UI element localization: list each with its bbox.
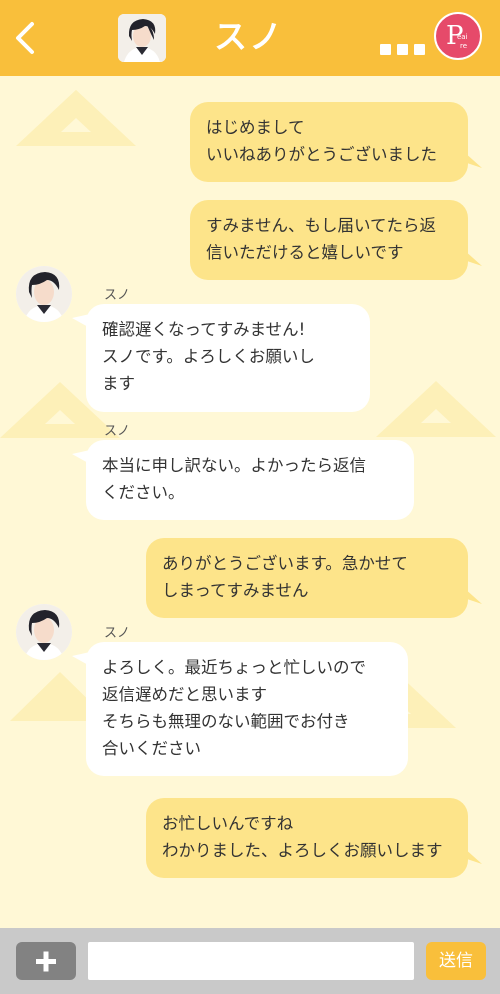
plus-icon bbox=[36, 951, 56, 972]
avatar-portrait-icon bbox=[118, 14, 166, 62]
header-avatar[interactable] bbox=[118, 14, 166, 62]
send-button[interactable]: 送信 bbox=[426, 942, 486, 980]
message-bubble: はじめまして いいねありがとうございました bbox=[190, 102, 468, 182]
message-bubble: よろしく。最近ちょっと忙しいので 返信遅めだと思います そちらも無理のない範囲で… bbox=[86, 642, 408, 776]
message-input[interactable] bbox=[88, 942, 414, 980]
bubble-tail-icon bbox=[464, 250, 482, 266]
sender-name: スノ bbox=[104, 424, 131, 439]
bubble-tail-icon bbox=[464, 152, 482, 168]
app-header: スノ P eai re bbox=[0, 0, 500, 76]
message-bubble: すみません、もし届いてたら返 信いただけると嬉しいです bbox=[190, 200, 468, 280]
avatar[interactable] bbox=[16, 604, 72, 660]
sender-name: スノ bbox=[104, 288, 131, 303]
avatar-portrait-icon bbox=[16, 604, 72, 660]
bubble-tail-icon bbox=[464, 848, 482, 864]
message-bubble: 確認遅くなってすみません! スノです。よろしくお願いし ます bbox=[86, 304, 370, 412]
message-bubble: 本当に申し訳ない。よかったら返信 ください。 bbox=[86, 440, 414, 520]
back-button[interactable] bbox=[8, 16, 42, 60]
menu-dot-icon bbox=[397, 44, 408, 55]
bubble-tail-icon bbox=[72, 652, 90, 666]
more-menu-button[interactable] bbox=[380, 36, 426, 58]
svg-text:re: re bbox=[460, 42, 467, 50]
avatar[interactable] bbox=[16, 266, 72, 322]
page-title: スノ bbox=[214, 17, 284, 56]
bubble-tail-icon bbox=[72, 450, 90, 464]
add-attachment-button[interactable] bbox=[16, 942, 76, 980]
bubble-tail-icon bbox=[464, 588, 482, 604]
sender-name: スノ bbox=[104, 626, 131, 641]
brand-logo: P eai re bbox=[434, 12, 482, 60]
message-bubble: お忙しいんですね わかりました、よろしくお願いします bbox=[146, 798, 468, 878]
pearre-logo-icon: P eai re bbox=[446, 21, 468, 51]
menu-dot-icon bbox=[414, 44, 425, 55]
chevron-left-icon bbox=[16, 22, 34, 54]
avatar-portrait-icon bbox=[16, 266, 72, 322]
menu-dot-icon bbox=[380, 44, 391, 55]
bubble-tail-icon bbox=[72, 314, 90, 328]
message-bubble: ありがとうございます。急かせて しまってすみません bbox=[146, 538, 468, 618]
svg-text:eai: eai bbox=[457, 33, 468, 41]
message-input-bar: 送信 bbox=[0, 928, 500, 994]
chat-area[interactable]: はじめまして いいねありがとうございました すみません、もし届いてたら返 信いた… bbox=[0, 76, 500, 928]
